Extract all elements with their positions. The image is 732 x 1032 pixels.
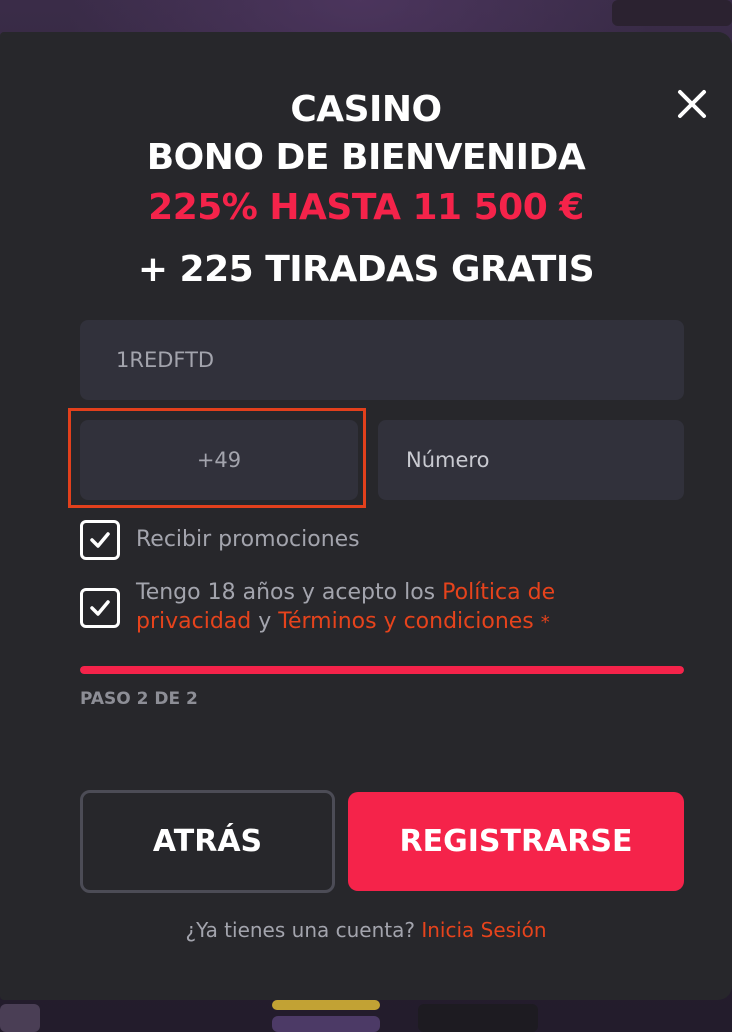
background-tile [612, 0, 732, 26]
promotions-label: Recibir promociones [136, 527, 360, 552]
progress-bar-fill [80, 666, 684, 674]
bonus-amount: 225% HASTA 11 500 € [148, 187, 584, 228]
required-mark: * [540, 612, 550, 633]
modal-title-casino: CASINO [290, 89, 442, 130]
background-tile [272, 1016, 380, 1032]
terms-label: Tengo 18 años y acepto los Política de p… [136, 578, 616, 637]
login-link[interactable]: Inicia Sesión [421, 918, 546, 942]
background-tile [0, 1004, 40, 1032]
terms-label-prefix: Tengo 18 años y acepto los [136, 580, 436, 605]
login-prompt: ¿Ya tienes una cuenta? Inicia Sesión [0, 916, 732, 944]
background-tile [272, 1000, 380, 1010]
step-indicator: PASO 2 DE 2 [80, 689, 198, 709]
free-spins: + 225 TIRADAS GRATIS [137, 249, 595, 290]
promo-code-input[interactable]: 1REDFTD [80, 320, 684, 400]
promotions-checkbox[interactable] [80, 520, 120, 560]
background-tile [418, 1004, 538, 1032]
progress-bar [80, 666, 684, 674]
checkmark-icon [90, 532, 110, 548]
modal-title-welcome-bonus: BONO DE BIENVENIDA [146, 137, 586, 178]
terms-conditions-link[interactable]: Términos y condiciones [278, 609, 534, 634]
country-code-select[interactable]: +49 [80, 420, 358, 500]
checkmark-icon [90, 600, 110, 616]
login-question: ¿Ya tienes una cuenta? [185, 918, 415, 942]
phone-number-input[interactable]: Número [378, 420, 684, 500]
back-button[interactable]: ATRÁS [80, 790, 335, 893]
terms-connector: y [258, 609, 272, 634]
register-button[interactable]: REGISTRARSE [348, 792, 684, 891]
terms-checkbox[interactable] [80, 588, 120, 628]
